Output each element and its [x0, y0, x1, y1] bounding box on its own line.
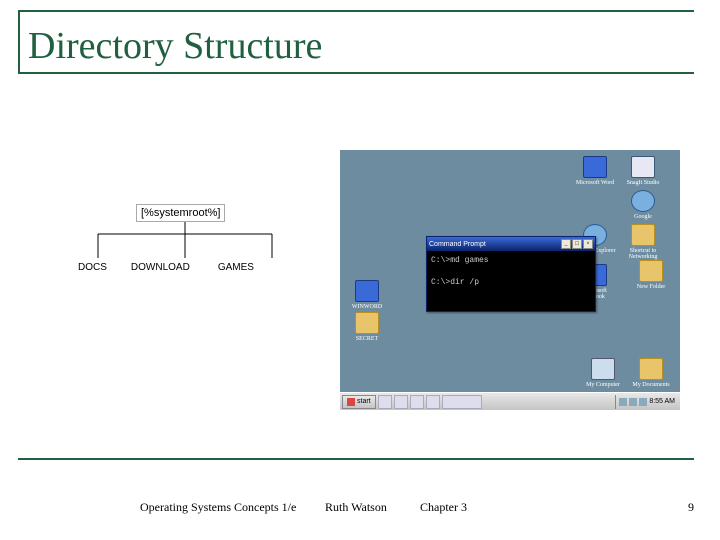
- rule-under-title: [18, 72, 694, 74]
- start-button[interactable]: start: [342, 395, 376, 409]
- globe-icon: [631, 190, 655, 212]
- footer-book: Operating Systems Concepts 1/e: [140, 500, 296, 515]
- start-label: start: [357, 398, 371, 405]
- tree-leaf: DOCS: [78, 262, 107, 273]
- icon-label: New Folder: [637, 284, 666, 290]
- desktop-icon[interactable]: WINWORD: [346, 280, 388, 310]
- icon-label: WINWORD: [352, 304, 382, 310]
- icon-label: SECRET: [356, 336, 378, 342]
- windows-desktop: Microsoft Word SnagIt Studio Google Inte…: [340, 150, 680, 410]
- desktop-icon[interactable]: Google: [622, 190, 664, 220]
- rule-top: [18, 10, 694, 12]
- footer-author: Ruth Watson: [325, 500, 387, 515]
- quicklaunch-icon[interactable]: [394, 395, 408, 409]
- tray-icon[interactable]: [639, 398, 647, 406]
- footer: Operating Systems Concepts 1/e Ruth Wats…: [0, 500, 720, 520]
- icon-label: Shortcut to Networking: [622, 248, 664, 260]
- tree-leaf: GAMES: [218, 262, 254, 273]
- icon-label: Microsoft Word: [576, 180, 614, 186]
- taskbar-button[interactable]: [442, 395, 482, 409]
- desktop-icon[interactable]: New Folder: [630, 260, 672, 290]
- folder-icon: [631, 224, 655, 246]
- word-icon: [583, 156, 607, 178]
- word-icon: [355, 280, 379, 302]
- rule-vert: [18, 10, 20, 72]
- quicklaunch-icon[interactable]: [426, 395, 440, 409]
- console-output[interactable]: C:\>md games C:\>dir /p: [427, 251, 595, 311]
- tree-leaves: DOCS DOWNLOAD GAMES: [78, 262, 254, 273]
- folder-icon: [639, 358, 663, 380]
- close-button[interactable]: ×: [583, 239, 593, 249]
- desktop-icon[interactable]: Shortcut to Networking: [622, 224, 664, 260]
- rule-bottom: [18, 458, 694, 460]
- desktop-icon[interactable]: SnagIt Studio: [622, 156, 664, 186]
- slide: Directory Structure [%systemroot%] DOCS …: [0, 0, 720, 540]
- window-title: Command Prompt: [429, 241, 561, 248]
- slide-title: Directory Structure: [28, 24, 322, 68]
- tray-icon[interactable]: [629, 398, 637, 406]
- tray-icon[interactable]: [619, 398, 627, 406]
- desktop-icon[interactable]: Microsoft Word: [574, 156, 616, 186]
- quicklaunch-icon[interactable]: [410, 395, 424, 409]
- clock: 8:55 AM: [649, 398, 675, 405]
- window-controls: _ □ ×: [561, 239, 593, 249]
- desktop-icons-bottom: My Computer My Documents: [582, 358, 672, 388]
- tree-root-label: [%systemroot%]: [136, 204, 225, 222]
- system-tray: 8:55 AM: [615, 395, 678, 409]
- desktop-icon[interactable]: My Computer: [582, 358, 624, 388]
- desktop-icon[interactable]: My Documents: [630, 358, 672, 388]
- command-prompt-window[interactable]: Command Prompt _ □ × C:\>md games C:\>di…: [426, 236, 596, 312]
- app-icon: [631, 156, 655, 178]
- maximize-button[interactable]: □: [572, 239, 582, 249]
- quicklaunch-icon[interactable]: [378, 395, 392, 409]
- content: [%systemroot%] DOCS DOWNLOAD GAMES Micro…: [40, 150, 680, 410]
- icon-label: SnagIt Studio: [627, 180, 660, 186]
- tree-connectors: [80, 222, 290, 262]
- tree-leaf: DOWNLOAD: [131, 262, 190, 273]
- desktop-icons-left: WINWORD SECRET: [346, 280, 388, 342]
- desktop-icon[interactable]: SECRET: [346, 312, 388, 342]
- page-number: 9: [688, 500, 694, 515]
- icon-label: My Documents: [632, 382, 669, 388]
- taskbar: start 8:55 AM: [340, 392, 680, 410]
- folder-icon: [639, 260, 663, 282]
- directory-tree-diagram: [%systemroot%] DOCS DOWNLOAD GAMES: [40, 150, 340, 410]
- footer-chapter: Chapter 3: [420, 500, 467, 515]
- minimize-button[interactable]: _: [561, 239, 571, 249]
- icon-label: My Computer: [586, 382, 620, 388]
- folder-icon: [355, 312, 379, 334]
- computer-icon: [591, 358, 615, 380]
- icon-label: Google: [634, 214, 652, 220]
- window-titlebar[interactable]: Command Prompt _ □ ×: [427, 237, 595, 251]
